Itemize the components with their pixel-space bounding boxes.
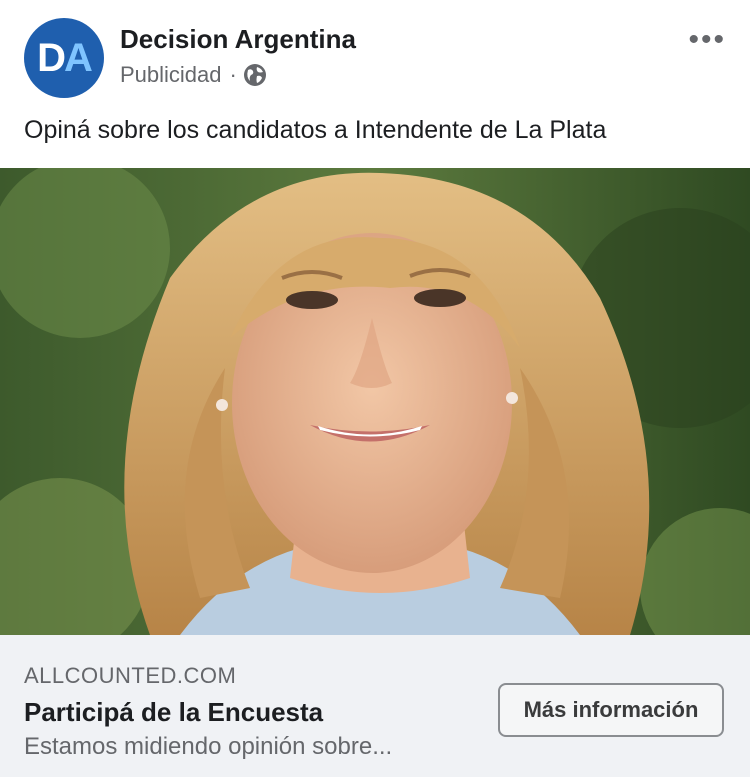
meta-separator: · bbox=[229, 62, 237, 87]
avatar-letters: DA bbox=[37, 35, 93, 80]
page-name-link[interactable]: Decision Argentina bbox=[120, 24, 356, 55]
portrait-photo bbox=[0, 168, 750, 635]
post-text: Opiná sobre los candidatos a Intendente … bbox=[24, 116, 607, 144]
link-domain: ALLCOUNTED.COM bbox=[24, 663, 237, 688]
post-meta: Publicidad · bbox=[120, 62, 267, 88]
globe-icon[interactable] bbox=[243, 63, 267, 87]
link-preview-card[interactable]: ALLCOUNTED.COM Participá de la Encuesta … bbox=[0, 635, 750, 777]
link-title[interactable]: Participá de la Encuesta bbox=[24, 697, 323, 728]
ad-image[interactable] bbox=[0, 168, 750, 635]
more-options-icon[interactable]: ••• bbox=[688, 25, 726, 55]
link-description: Estamos midiendo opinión sobre... bbox=[24, 733, 393, 760]
more-info-button[interactable]: Más información bbox=[498, 683, 724, 737]
page-avatar[interactable]: DA bbox=[24, 18, 104, 98]
sponsored-label[interactable]: Publicidad bbox=[120, 62, 222, 88]
post-header: DA Decision Argentina Publicidad · ••• O… bbox=[0, 0, 750, 168]
